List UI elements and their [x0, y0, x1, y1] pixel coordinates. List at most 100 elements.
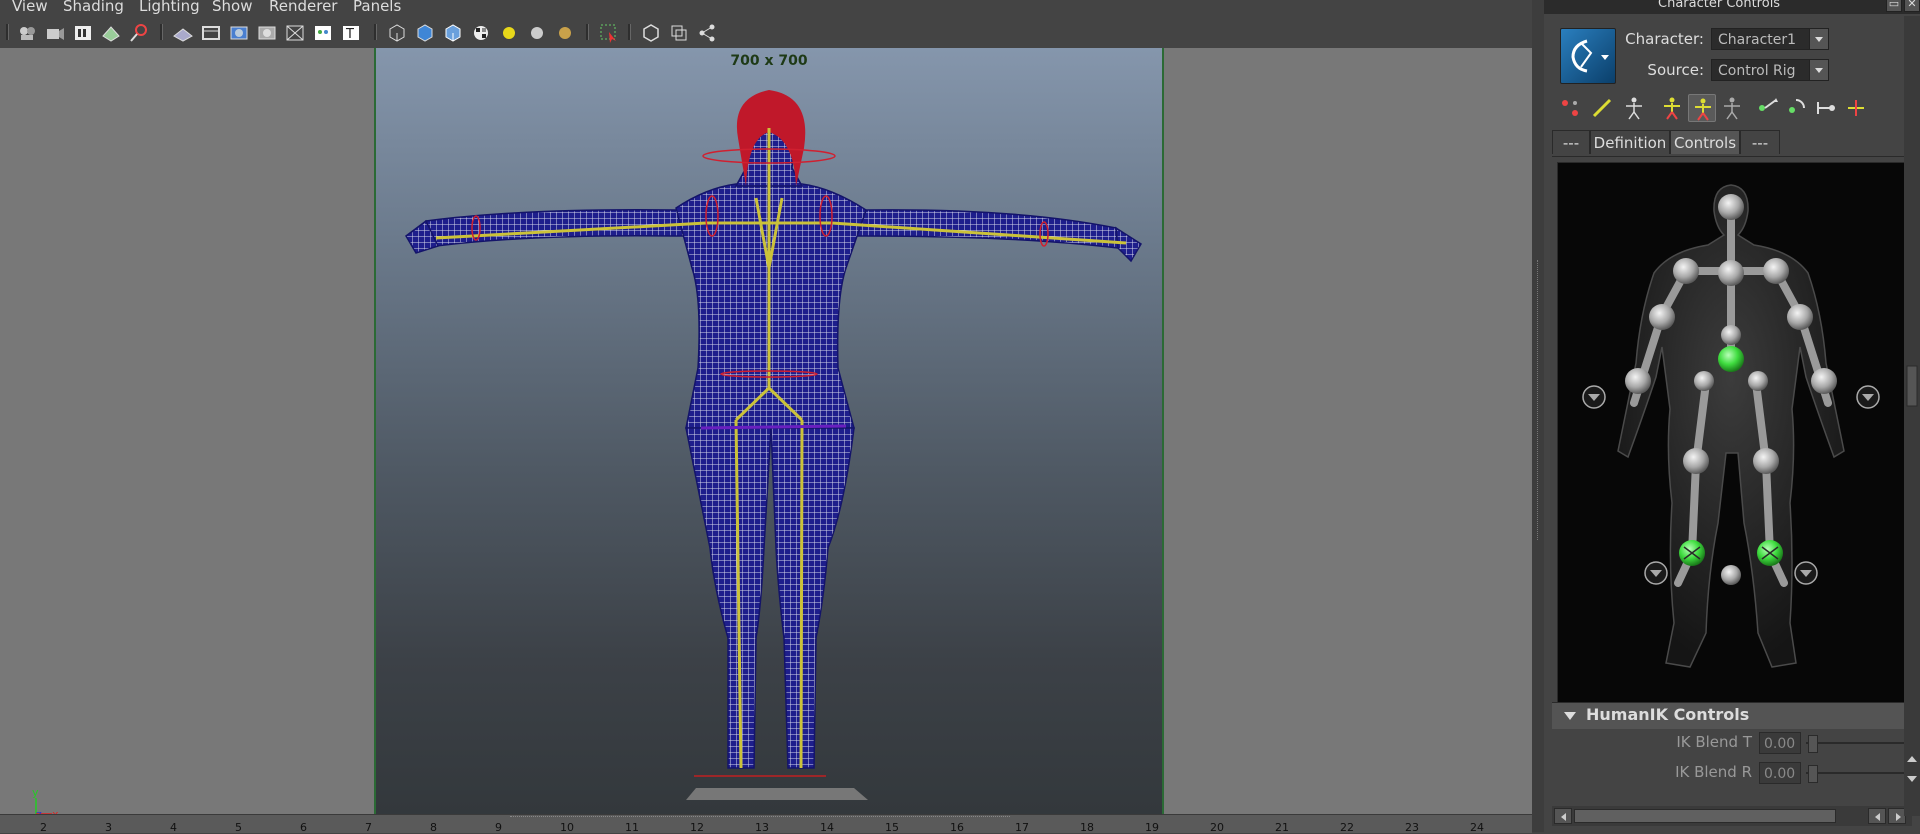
wireframe-on-shaded-icon[interactable]: [442, 22, 464, 44]
pin-rotation-icon[interactable]: [1782, 94, 1810, 122]
selection-mode-icon[interactable]: [1718, 94, 1746, 122]
safe-action-icon[interactable]: [312, 22, 334, 44]
timeline-tick: 4: [170, 821, 177, 834]
field-chart-icon[interactable]: [284, 22, 306, 44]
panel-divider[interactable]: [1532, 0, 1544, 832]
humanik-controls-header[interactable]: HumanIK Controls: [1552, 702, 1904, 729]
ik-blend-r-thumb[interactable]: [1808, 765, 1818, 783]
xray-icon[interactable]: [640, 22, 662, 44]
ik-blend-t-track[interactable]: [1806, 742, 1904, 744]
character-mesh[interactable]: [376, 68, 1162, 814]
float-window-button[interactable]: ▭: [1886, 0, 1902, 12]
right-elbow-effector[interactable]: [1787, 304, 1813, 330]
scroll-down-icon[interactable]: [1907, 776, 1917, 782]
toolbar-separator: [6, 24, 9, 40]
tab-prev[interactable]: ---: [1552, 130, 1590, 154]
timeline-tick: 8: [430, 821, 437, 834]
keying-mode-icon[interactable]: [1842, 94, 1870, 122]
right-shoulder-effector[interactable]: [1763, 258, 1789, 284]
bookmark-icon[interactable]: [72, 22, 94, 44]
character-dropdown[interactable]: Character1: [1711, 28, 1829, 50]
camera-resolution-gate: 700 x 700: [374, 48, 1164, 814]
timeline-tick: 19: [1145, 821, 1159, 834]
character-value: Character1: [1718, 32, 1797, 48]
gate-mask-icon[interactable]: [256, 22, 278, 44]
timeline-tick: 9: [495, 821, 502, 834]
axis-y-label: y: [32, 786, 39, 799]
right-hip-effector[interactable]: [1748, 371, 1768, 391]
menu-lighting[interactable]: Lighting: [139, 0, 200, 15]
left-wrist-effector[interactable]: [1625, 368, 1651, 394]
scroll-up-icon[interactable]: [1907, 756, 1917, 762]
right-wrist-effector[interactable]: [1811, 368, 1837, 394]
ik-blend-t-thumb[interactable]: [1808, 735, 1818, 753]
body-part-mode-icon[interactable]: [1688, 94, 1716, 122]
humanik-body-map[interactable]: [1557, 162, 1906, 704]
menu-panels[interactable]: Panels: [353, 0, 401, 15]
shadows-icon[interactable]: [554, 22, 576, 44]
right-knee-effector[interactable]: [1753, 448, 1779, 474]
menu-shading[interactable]: Shading: [63, 0, 124, 15]
resolution-gate-icon[interactable]: [228, 22, 250, 44]
humanik-menu-button[interactable]: [1560, 28, 1616, 84]
release-pins-icon[interactable]: [1812, 94, 1840, 122]
select-camera-icon[interactable]: [16, 22, 38, 44]
tab-definition[interactable]: Definition: [1590, 130, 1670, 154]
hips-effector[interactable]: [1718, 346, 1744, 372]
image-plane-icon[interactable]: [100, 22, 122, 44]
menu-show[interactable]: Show: [212, 0, 252, 15]
chest-effector[interactable]: [1718, 260, 1744, 286]
ik-blend-t-field[interactable]: 0.00: [1759, 732, 1801, 754]
timeline-tick: 11: [625, 821, 639, 834]
film-gate-icon[interactable]: [200, 22, 222, 44]
menu-view[interactable]: View: [12, 0, 48, 15]
2d-pan-zoom-icon[interactable]: [128, 22, 150, 44]
default-lighting-icon[interactable]: [498, 22, 520, 44]
scene-area[interactable]: 700 x 700 y: [0, 48, 1532, 821]
ik-blend-r-row: IK Blend R 0.00: [1552, 760, 1904, 786]
humanik-controls-title: HumanIK Controls: [1586, 705, 1750, 724]
pin-translation-icon[interactable]: [1752, 94, 1780, 122]
spine-effector[interactable]: [1721, 325, 1741, 345]
reference-effector[interactable]: [1721, 565, 1741, 585]
left-knee-effector[interactable]: [1683, 448, 1709, 474]
smooth-shade-icon[interactable]: [414, 22, 436, 44]
scroll-right-icon[interactable]: [1868, 808, 1886, 824]
scroll-left-button[interactable]: [1554, 808, 1572, 824]
timeline-drag-handle[interactable]: [510, 816, 1010, 820]
left-elbow-effector[interactable]: [1649, 304, 1675, 330]
time-slider[interactable]: 2 3 4 5 6 7 8 9 10 11 12 13 14 15 16 17 18 19 20 21 22 23 24: [0, 814, 1532, 834]
head-effector[interactable]: [1718, 194, 1744, 220]
panel-titlebar: Character Controls ▭ ✕: [1544, 0, 1920, 14]
ik-blend-r-field[interactable]: 0.00: [1759, 762, 1801, 784]
menu-renderer[interactable]: Renderer: [269, 0, 337, 15]
divider-grip[interactable]: [1537, 260, 1540, 540]
show-skeleton-icon[interactable]: [1620, 94, 1648, 122]
timeline-tick: 6: [300, 821, 307, 834]
vertical-scroll-thumb[interactable]: [1906, 365, 1918, 407]
camera-attributes-icon[interactable]: [44, 22, 66, 44]
horizontal-scroll-thumb[interactable]: [1574, 809, 1836, 823]
xray-joints-icon[interactable]: [668, 22, 690, 44]
textured-icon[interactable]: [470, 22, 492, 44]
viewport-menubar: View Shading Lighting Show Renderer Pane…: [0, 0, 1532, 15]
show-bones-icon[interactable]: [1588, 94, 1616, 122]
all-lights-icon[interactable]: [526, 22, 548, 44]
tab-controls[interactable]: Controls: [1670, 130, 1740, 154]
xray-components-icon[interactable]: [696, 22, 718, 44]
grid-icon[interactable]: [172, 22, 194, 44]
left-hip-effector[interactable]: [1694, 371, 1714, 391]
isolate-select-icon[interactable]: [598, 22, 620, 44]
tab-next[interactable]: ---: [1740, 130, 1780, 154]
left-shoulder-effector[interactable]: [1673, 258, 1699, 284]
source-dropdown[interactable]: Control Rig: [1711, 59, 1829, 81]
timeline-tick: 17: [1015, 821, 1029, 834]
show-effectors-icon[interactable]: [1556, 94, 1584, 122]
full-body-mode-icon[interactable]: [1658, 94, 1686, 122]
vertical-scrollbar[interactable]: [1904, 16, 1920, 816]
safe-title-icon[interactable]: T: [340, 22, 362, 44]
wireframe-icon[interactable]: [386, 22, 408, 44]
close-window-button[interactable]: ✕: [1904, 0, 1920, 12]
horizontal-scrollbar[interactable]: [1552, 806, 1912, 826]
ik-blend-r-track[interactable]: [1806, 772, 1904, 774]
